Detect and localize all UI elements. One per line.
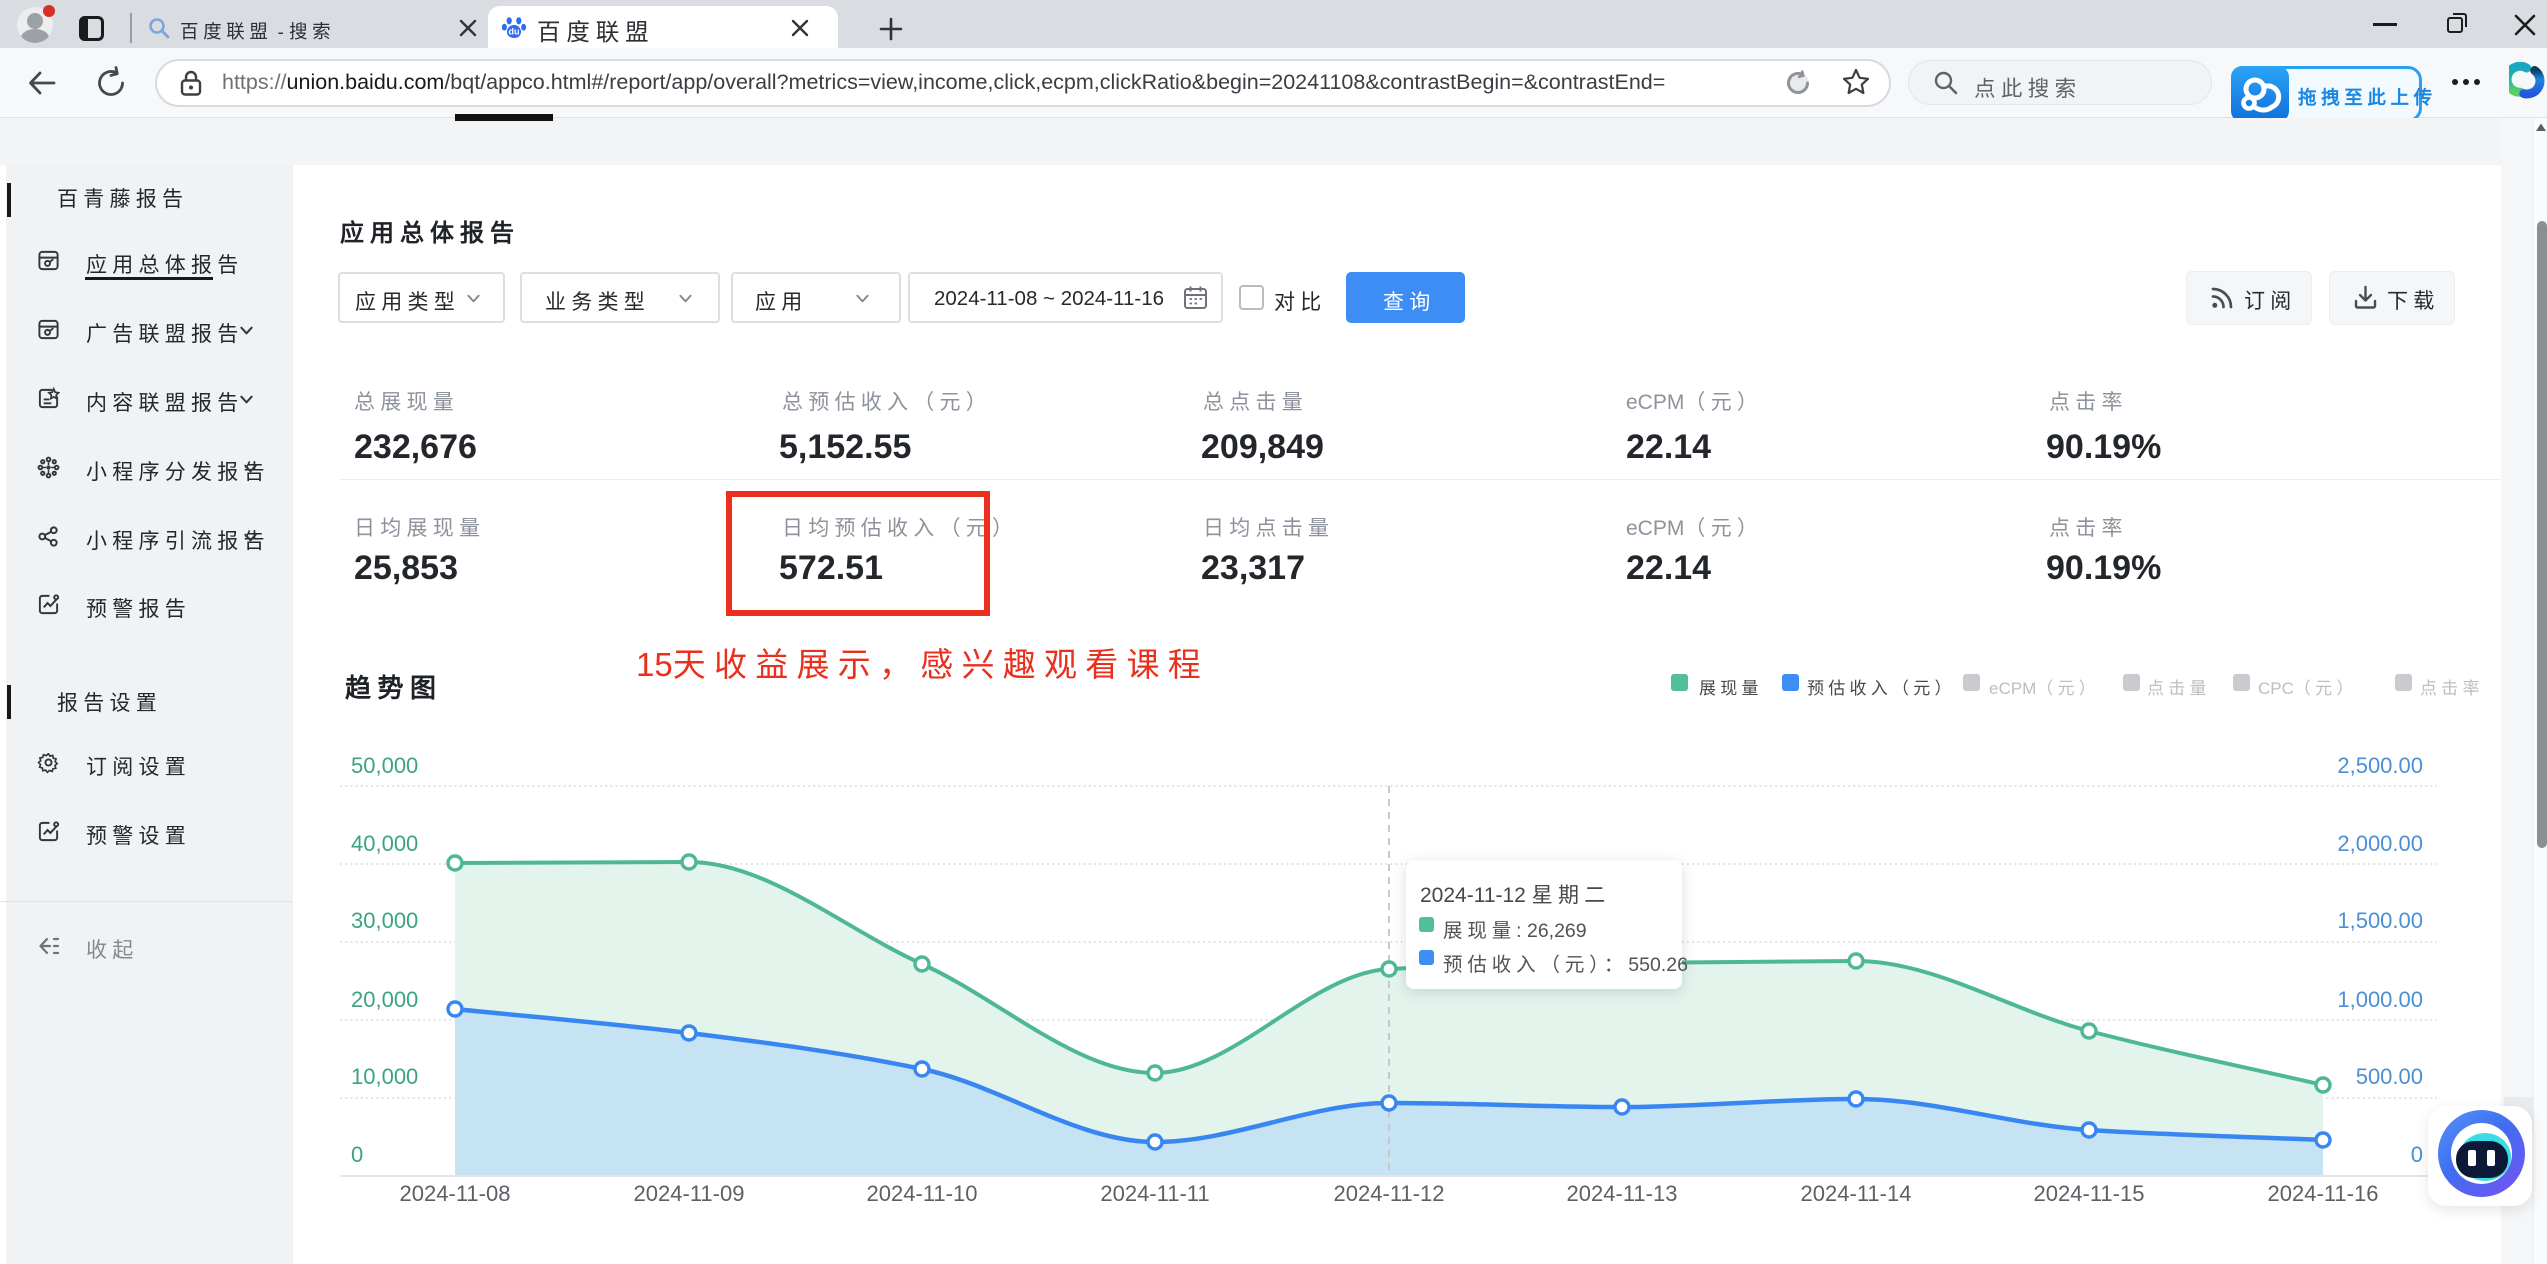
svg-text:40,000: 40,000	[351, 831, 418, 856]
svg-text:20,000: 20,000	[351, 987, 418, 1012]
svg-text:1,500.00: 1,500.00	[2337, 908, 2423, 933]
svg-text:2,500.00: 2,500.00	[2337, 753, 2423, 778]
svg-text:2,000.00: 2,000.00	[2337, 831, 2423, 856]
svg-text:2024-11-12: 2024-11-12	[1334, 1181, 1445, 1206]
svg-text:1,000.00: 1,000.00	[2337, 987, 2423, 1012]
svg-text:30,000: 30,000	[351, 908, 418, 933]
svg-text:2024-11-15: 2024-11-15	[2034, 1181, 2145, 1206]
svg-text:10,000: 10,000	[351, 1064, 418, 1089]
svg-text:2024-11-08: 2024-11-08	[400, 1181, 511, 1206]
svg-text:2024-11-09: 2024-11-09	[634, 1181, 745, 1206]
svg-text:2024-11-16: 2024-11-16	[2268, 1181, 2379, 1206]
svg-text:0: 0	[2411, 1142, 2423, 1167]
svg-text:2024-11-10: 2024-11-10	[867, 1181, 978, 1206]
svg-text:du: du	[509, 27, 520, 37]
svg-text:2024-11-11: 2024-11-11	[1100, 1181, 1209, 1206]
svg-text:50,000: 50,000	[351, 753, 418, 778]
svg-text:2024-11-14: 2024-11-14	[1801, 1181, 1912, 1206]
svg-text:2024-11-13: 2024-11-13	[1567, 1181, 1678, 1206]
svg-text:500.00: 500.00	[2356, 1064, 2423, 1089]
svg-text:0: 0	[351, 1142, 363, 1167]
